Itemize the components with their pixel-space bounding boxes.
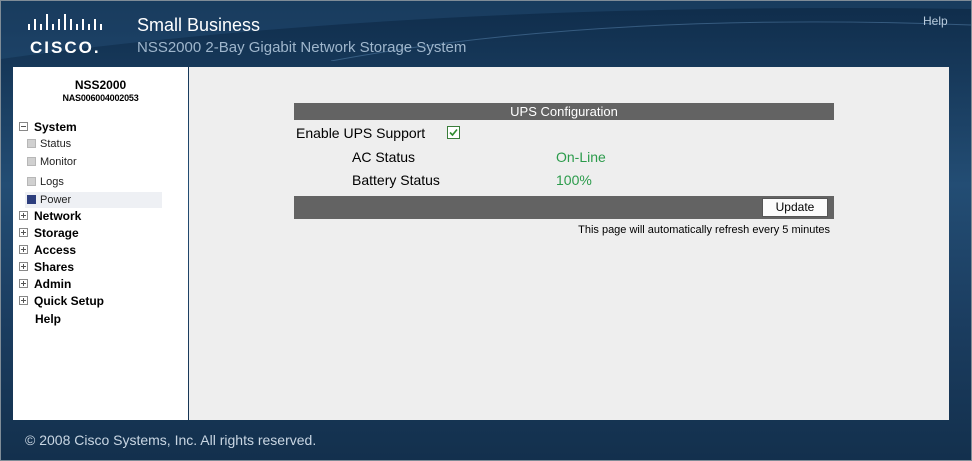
cisco-logo-text: CISCO. — [30, 38, 101, 57]
refresh-note: This page will automatically refresh eve… — [578, 224, 830, 236]
app-window: CISCO. Small Business NSS2000 2-Bay Giga… — [0, 0, 972, 461]
sidebar-item-monitor[interactable]: Monitor — [25, 154, 162, 170]
sidebar: NSS2000 NAS006004002053 System Status Mo… — [13, 67, 188, 420]
sidebar-item-label: Storage — [34, 226, 79, 240]
ac-status-label: AC Status — [352, 149, 416, 165]
sidebar-item-label: System — [34, 120, 77, 134]
sidebar-item-label: Access — [34, 243, 77, 257]
enable-ups-label: Enable UPS Support — [296, 125, 426, 141]
main-content: UPS Configuration Enable UPS Support AC … — [189, 67, 949, 420]
sidebar-item-label: Shares — [34, 260, 75, 274]
battery-status-value: 100% — [556, 172, 592, 188]
sidebar-item-power[interactable]: Power — [25, 192, 162, 208]
update-button[interactable]: Update — [762, 198, 828, 217]
expand-icon — [19, 245, 28, 255]
bullet-icon — [27, 138, 36, 148]
sidebar-item-storage[interactable]: Storage — [19, 226, 79, 240]
ac-status-value: On-Line — [556, 149, 606, 165]
expand-icon — [19, 279, 28, 289]
sidebar-item-label: Admin — [34, 277, 72, 291]
sidebar-item-label: Logs — [40, 176, 64, 188]
sidebar-item-label: Status — [40, 138, 72, 150]
cisco-logo-icon — [28, 14, 102, 30]
bullet-icon — [27, 156, 36, 166]
sidebar-item-label: Help — [35, 312, 62, 326]
sidebar-item-system[interactable]: System — [19, 120, 77, 134]
battery-status-label: Battery Status — [352, 172, 440, 188]
sidebar-item-status[interactable]: Status — [25, 136, 162, 152]
sidebar-item-label: Quick Setup — [34, 294, 105, 308]
sidebar-item-quick-setup[interactable]: Quick Setup — [19, 294, 104, 308]
brand-title: Small Business — [137, 15, 261, 35]
selected-bullet-icon — [27, 194, 36, 204]
expand-icon — [19, 211, 28, 221]
action-bar — [294, 196, 834, 219]
copyright-footer: © 2008 Cisco Systems, Inc. All rights re… — [25, 432, 317, 448]
device-name: NSS2000 — [74, 78, 127, 92]
sidebar-item-network[interactable]: Network — [19, 209, 81, 223]
product-subtitle: NSS2000 2-Bay Gigabit Network Storage Sy… — [137, 39, 467, 56]
sidebar-item-label: Network — [34, 209, 82, 223]
expand-icon — [19, 228, 28, 238]
sidebar-item-label: Power — [40, 194, 72, 206]
sidebar-item-access[interactable]: Access — [19, 243, 76, 257]
checkmark-icon — [449, 128, 458, 137]
sidebar-item-help[interactable]: Help — [35, 312, 61, 326]
collapse-icon — [19, 122, 28, 132]
sidebar-item-logs[interactable]: Logs — [25, 174, 162, 190]
expand-icon — [19, 262, 28, 272]
expand-icon — [19, 296, 28, 306]
device-serial: NAS006004002053 — [62, 93, 139, 103]
ups-config-header: UPS Configuration — [294, 103, 834, 120]
sidebar-item-label: Monitor — [40, 156, 77, 168]
sidebar-item-admin[interactable]: Admin — [19, 277, 71, 291]
help-link[interactable]: Help — [923, 14, 948, 28]
enable-ups-checkbox[interactable] — [447, 126, 460, 139]
sidebar-item-shares[interactable]: Shares — [19, 260, 74, 274]
bullet-icon — [27, 176, 36, 186]
